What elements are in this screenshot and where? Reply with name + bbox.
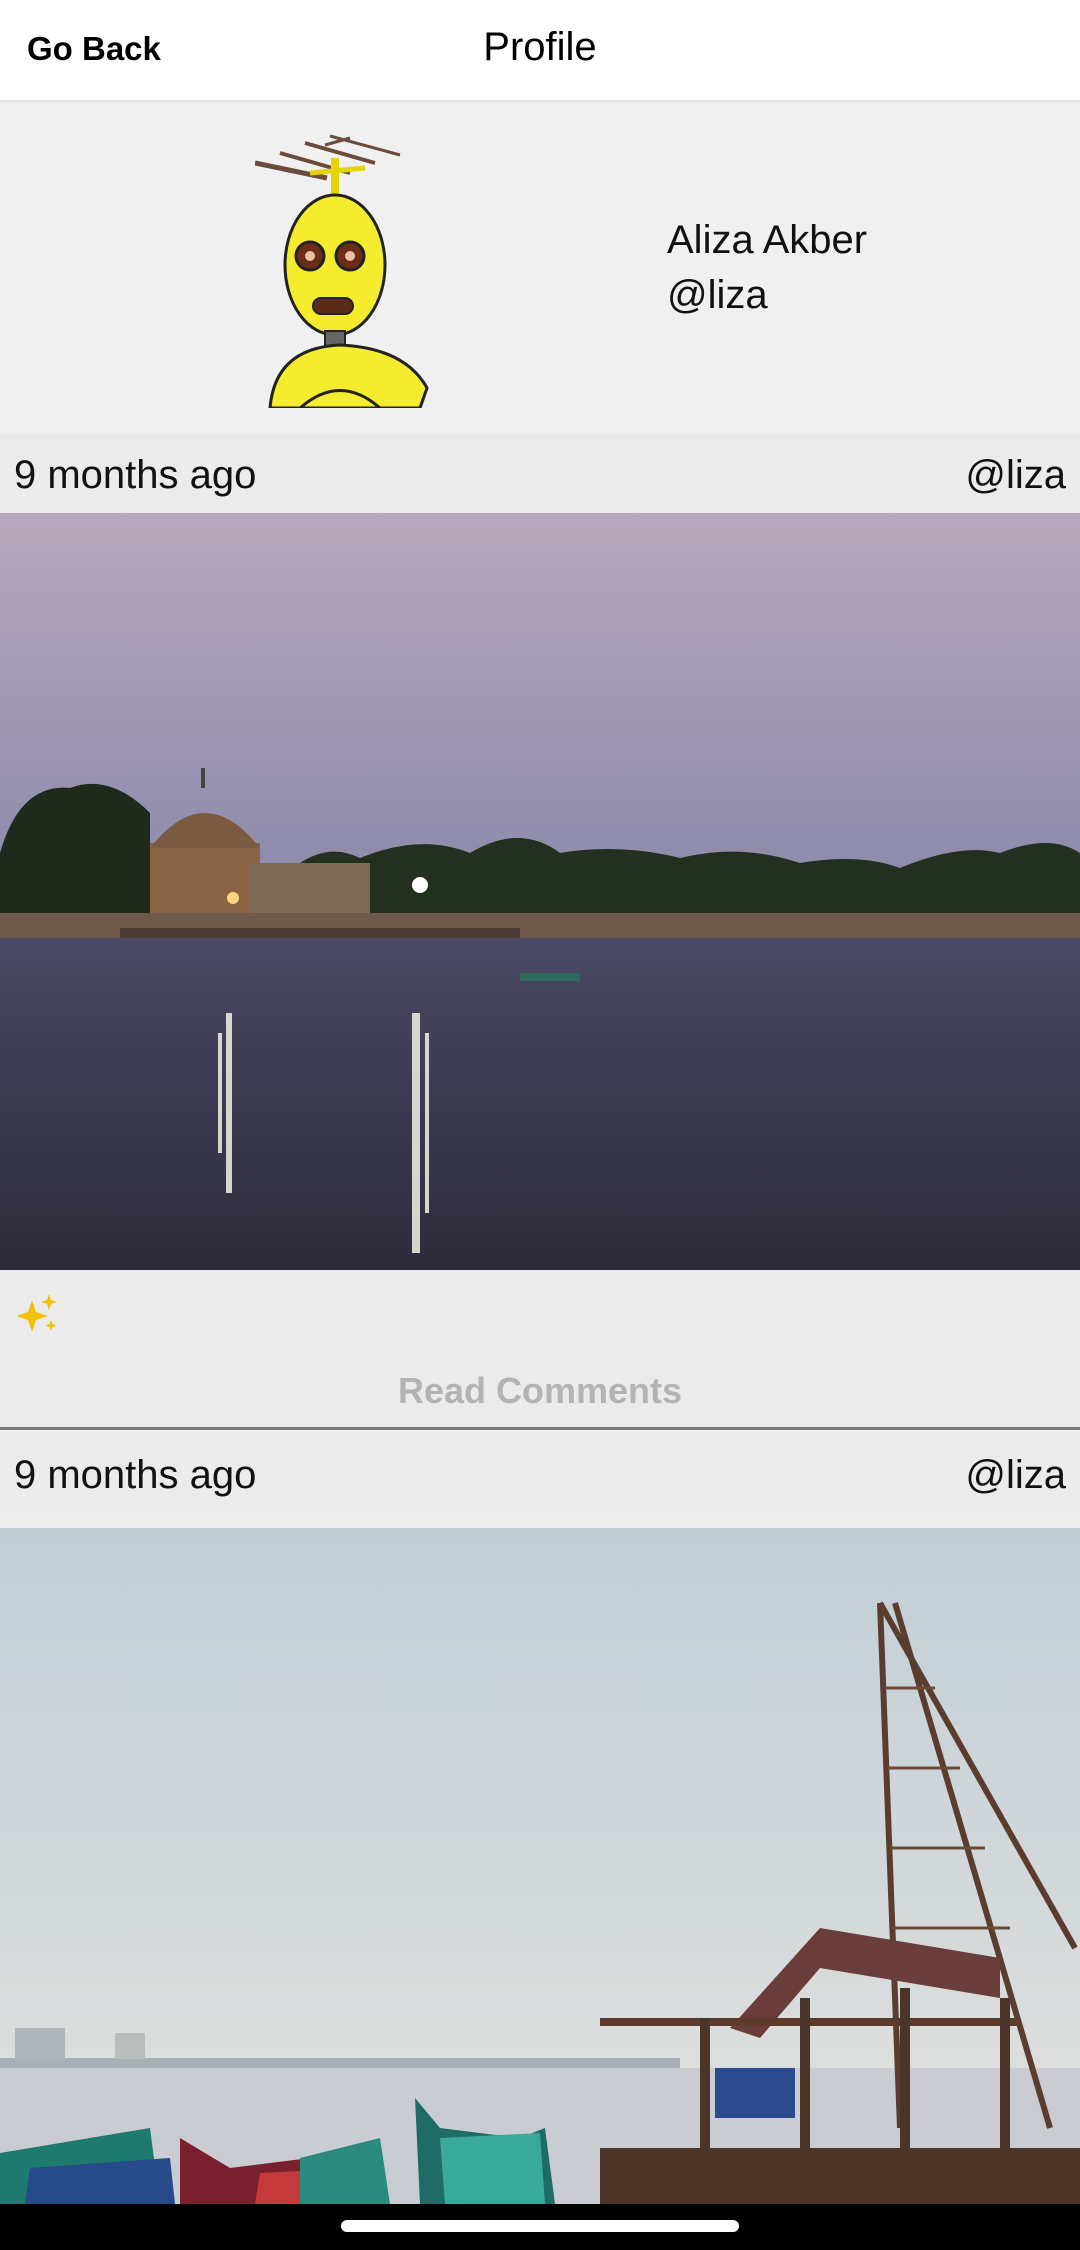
app-header: Go Back Profile: [0, 0, 1080, 102]
post-photo-lake-temple[interactable]: [0, 513, 1080, 1270]
post-photo-fishing-harbor[interactable]: [0, 1528, 1080, 2204]
sparkles-icon[interactable]: [18, 1292, 60, 1338]
read-comments-button[interactable]: Read Comments: [0, 1370, 1080, 1412]
profile-name: Aliza Akber: [667, 218, 868, 262]
system-navigation-bar: [0, 2204, 1080, 2250]
post-author-link[interactable]: @liza: [965, 453, 1066, 498]
post-timestamp: 9 months ago: [14, 453, 257, 497]
profile-card: Aliza Akber @liza: [0, 103, 1080, 433]
page-title: Profile: [483, 25, 597, 69]
robot-avatar-icon: [255, 134, 429, 408]
post-header: 9 months ago @liza: [0, 433, 1080, 513]
post-timestamp: 9 months ago: [14, 1453, 257, 1497]
post-header: 9 months ago @liza: [0, 1433, 1080, 1513]
profile-handle: @liza: [667, 273, 768, 317]
home-indicator[interactable]: [341, 2220, 739, 2232]
post-actions: Read Comments: [0, 1270, 1080, 1430]
post-author-link[interactable]: @liza: [965, 1453, 1066, 1498]
